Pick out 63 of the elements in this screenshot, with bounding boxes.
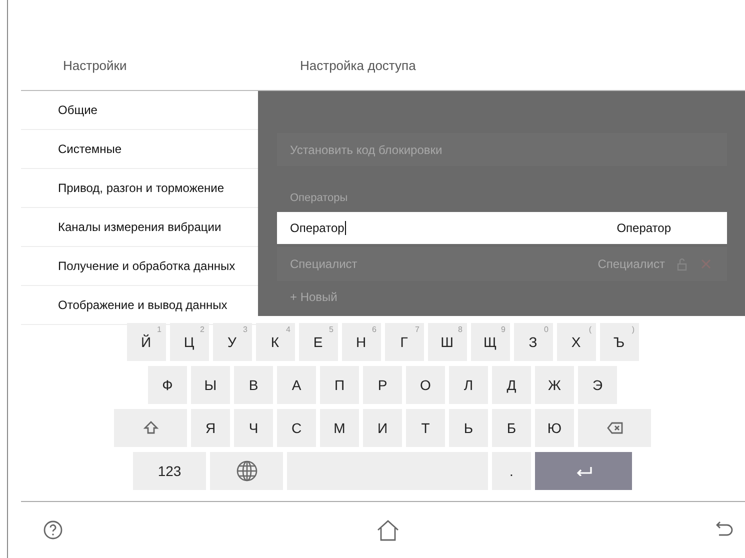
letter-key[interactable]: К 4	[256, 323, 294, 361]
letter-key[interactable]: Ж	[535, 366, 574, 404]
letter-key[interactable]: Ц 2	[170, 323, 208, 361]
letter-key[interactable]: Л	[449, 366, 488, 404]
letter-key[interactable]: Ъ )	[600, 323, 638, 361]
key-hint: 3	[243, 325, 248, 334]
letter-key[interactable]: Г 7	[384, 323, 424, 361]
letter-key[interactable]: С	[277, 409, 316, 447]
letter-key[interactable]: Ы	[191, 366, 230, 404]
letter-key[interactable]: А	[277, 366, 316, 404]
operator-role: Специалист	[598, 257, 665, 271]
operator-input-row[interactable]: Оператор Оператор	[277, 212, 727, 244]
letter-key[interactable]: Ь	[449, 409, 488, 447]
key-hint: 5	[329, 325, 334, 334]
help-icon[interactable]	[43, 520, 63, 540]
letter-key[interactable]: З 0	[514, 323, 552, 361]
key-hint: 4	[286, 325, 290, 334]
section-label: Операторы	[289, 192, 349, 206]
settings-title: Настройки	[63, 58, 128, 72]
language-key[interactable]	[210, 452, 283, 490]
numbers-key[interactable]: 123	[133, 452, 206, 490]
letter-key[interactable]: И	[363, 409, 402, 447]
letter-key[interactable]: Ф	[148, 366, 187, 404]
enter-icon	[574, 466, 592, 476]
globe-icon	[236, 460, 258, 482]
key-hint: 0	[544, 325, 548, 334]
letter-key[interactable]: Я	[191, 409, 230, 447]
letter-key[interactable]: Ш 8	[428, 323, 466, 361]
key-hint: (	[588, 325, 592, 334]
letter-key[interactable]: Ч	[234, 409, 273, 447]
letter-key[interactable]: Д	[492, 366, 531, 404]
letter-key[interactable]: М	[320, 409, 359, 447]
backspace-key[interactable]	[578, 409, 651, 447]
key-hint: 9	[501, 325, 506, 334]
letter-key[interactable]: У 3	[212, 323, 252, 361]
letter-key[interactable]: Р	[363, 366, 402, 404]
letter-key[interactable]: Ю	[535, 409, 574, 447]
letter-key[interactable]: Н 6	[342, 323, 380, 361]
letter-key[interactable]: Щ 9	[470, 323, 510, 361]
letter-key[interactable]: Э	[578, 366, 617, 404]
period-key[interactable]: .	[492, 452, 531, 490]
letter-key[interactable]: Х (	[556, 323, 596, 361]
home-icon[interactable]	[377, 519, 399, 541]
page-title: Настройка доступа	[300, 58, 416, 72]
shift-icon	[142, 420, 158, 436]
key-hint: 8	[458, 325, 462, 334]
key-hint: 6	[372, 325, 376, 334]
key-hint: )	[632, 325, 634, 334]
letter-key[interactable]: Б	[492, 409, 531, 447]
key-hint: 2	[200, 325, 204, 334]
letter-key[interactable]: П	[320, 366, 359, 404]
letter-key[interactable]: Т	[406, 409, 445, 447]
shift-key[interactable]	[114, 409, 187, 447]
operator-name: Оператор	[290, 221, 348, 235]
key-hint: 7	[415, 325, 420, 334]
backspace-icon	[606, 422, 622, 434]
operator-role: Оператор	[616, 221, 671, 235]
letter-key[interactable]: В	[234, 366, 273, 404]
letter-key[interactable]: Е 5	[298, 323, 338, 361]
key-hint: 1	[157, 325, 162, 334]
operator-name: Специалист	[290, 257, 358, 271]
letter-key[interactable]: О	[406, 366, 445, 404]
letter-key[interactable]: Й 1	[126, 323, 166, 361]
